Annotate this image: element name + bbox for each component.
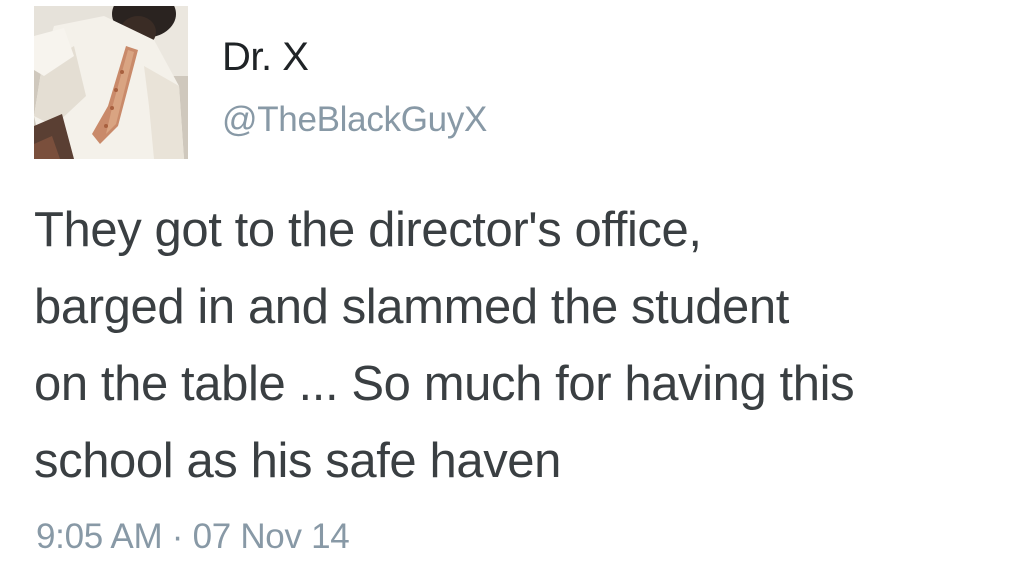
avatar[interactable] — [34, 6, 188, 159]
tweet-date: 07 Nov 14 — [192, 517, 350, 556]
tweet-text-line: They got to the director's office, — [34, 203, 702, 257]
tweet-text: They got to the director's office, barge… — [34, 192, 1014, 500]
meta-separator: · — [171, 517, 184, 556]
tweet-text-line: barged in and slammed the student — [34, 280, 789, 334]
tweet-text-line: on the table ... So much for having this — [34, 357, 855, 411]
profile-photo-image — [34, 6, 188, 159]
display-name[interactable]: Dr. X — [222, 33, 309, 81]
tweet-time: 9:05 AM — [36, 517, 163, 556]
tweet-text-line: school as his safe haven — [34, 434, 562, 488]
tweet-timestamp[interactable]: 9:05 AM · 07 Nov 14 — [36, 515, 350, 559]
tweet-card: Dr. X @TheBlackGuyX They got to the dire… — [0, 0, 1024, 563]
user-handle[interactable]: @TheBlackGuyX — [222, 98, 487, 142]
